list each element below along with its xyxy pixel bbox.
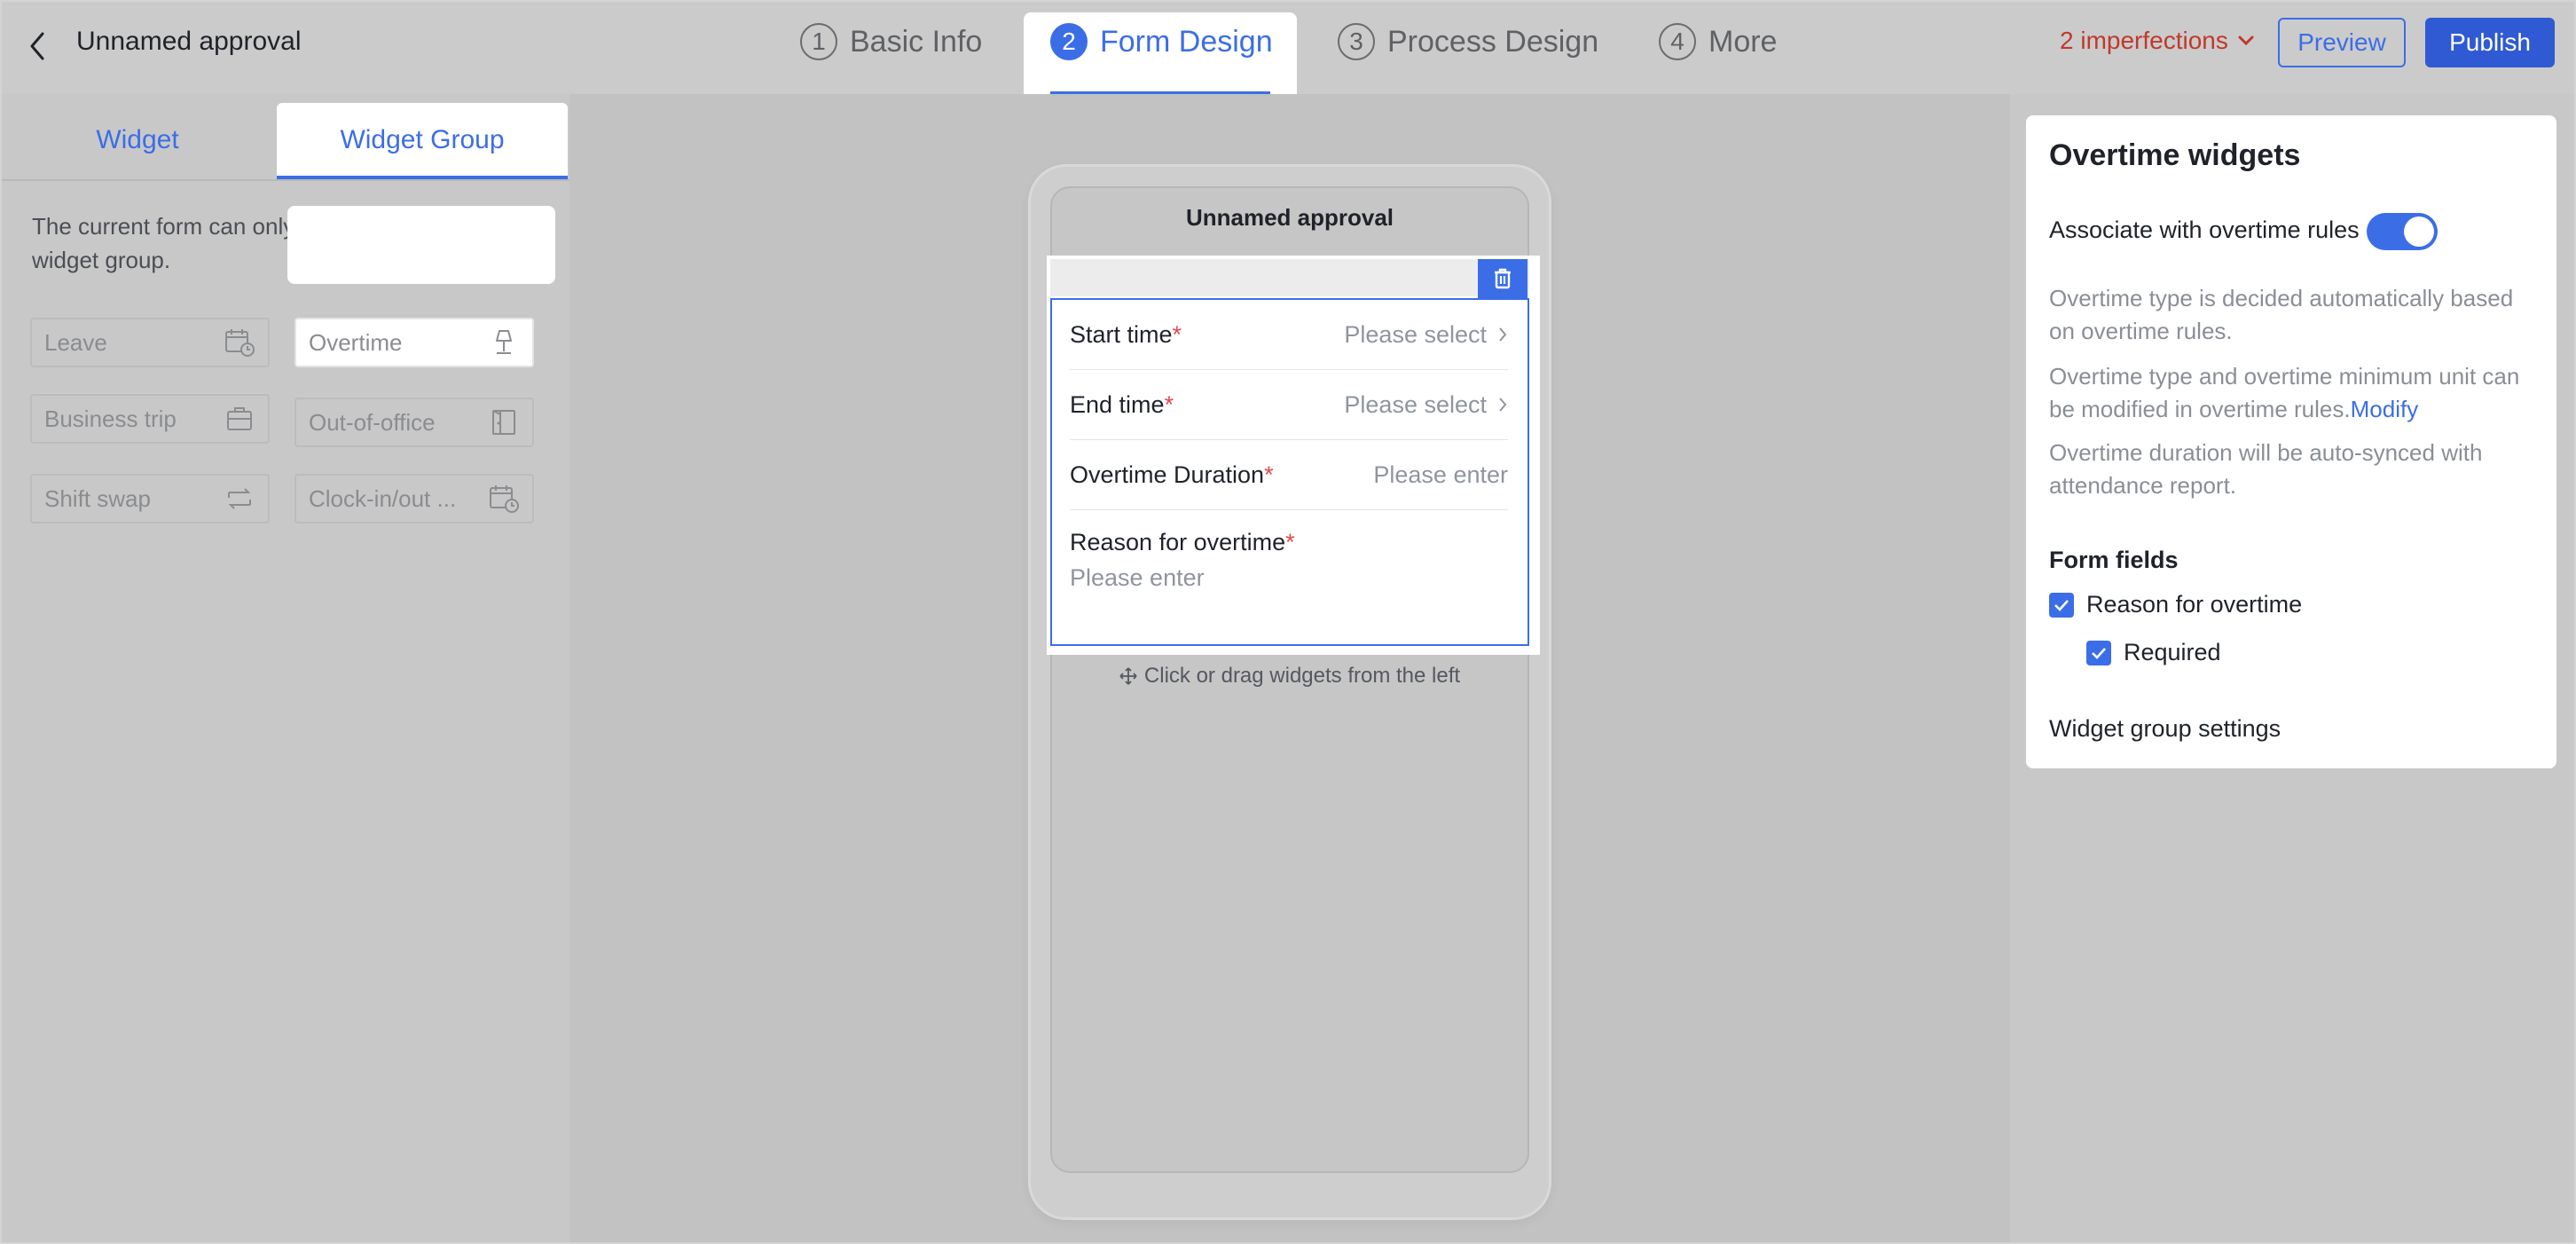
field-overtime-duration[interactable]: Overtime Duration * Please enter bbox=[1070, 440, 1508, 510]
step-label: Basic Info bbox=[850, 24, 983, 59]
step-form-design[interactable]: 2 Form Design bbox=[1050, 23, 1273, 60]
required-mark: * bbox=[1172, 320, 1182, 348]
field-value: Please select bbox=[1344, 321, 1508, 349]
widget-tabs: Widget Widget Group bbox=[0, 103, 569, 181]
delete-group-button[interactable] bbox=[1478, 259, 1528, 298]
suitcase-icon bbox=[224, 403, 255, 435]
widget-label: Leave bbox=[44, 328, 107, 356]
field-placeholder: Please enter bbox=[1373, 461, 1508, 488]
step-number: 4 bbox=[1659, 23, 1696, 60]
lamp-icon bbox=[488, 327, 520, 358]
desc-overtime-type: Overtime type is decided automatically b… bbox=[2049, 285, 2514, 344]
field-end-time[interactable]: End time * Please select bbox=[1070, 370, 1508, 440]
field-placeholder: Please select bbox=[1344, 320, 1487, 348]
drag-hint: Click or drag widgets from the left bbox=[1050, 664, 1529, 689]
properties-title: Overtime widgets bbox=[2049, 138, 2301, 172]
field-value: Please enter bbox=[1373, 461, 1508, 489]
check-icon bbox=[2054, 599, 2069, 611]
step-number: 3 bbox=[1338, 23, 1375, 60]
tab-label: Widget Group bbox=[340, 125, 505, 154]
back-button[interactable] bbox=[25, 28, 51, 64]
imperfections-label: 2 imperfections bbox=[2060, 27, 2228, 54]
checkbox-label: Reason for overtime bbox=[2086, 591, 2303, 618]
drag-hint-text: Click or drag widgets from the left bbox=[1143, 664, 1461, 688]
required-mark: * bbox=[1164, 390, 1174, 418]
chevron-right-icon bbox=[1499, 398, 1507, 412]
field-value: Please select bbox=[1344, 391, 1508, 419]
chevron-right-icon bbox=[1499, 327, 1507, 342]
widget-label: Business trip bbox=[44, 405, 177, 432]
field-reason-input[interactable]: Please enter bbox=[1070, 564, 1205, 592]
required-mark: * bbox=[1285, 529, 1295, 555]
checkbox-label: Required bbox=[2124, 639, 2221, 665]
widget-group-settings[interactable]: Widget group settings bbox=[2049, 715, 2281, 743]
widget-shift-swap[interactable]: Shift swap bbox=[30, 474, 270, 524]
step-number: 1 bbox=[800, 23, 837, 60]
field-label: Overtime Duration bbox=[1070, 461, 1265, 488]
associate-label: Associate with overtime rules bbox=[2049, 217, 2360, 243]
widget-label: Shift swap bbox=[44, 484, 151, 512]
widget-clock-in-out[interactable]: Clock-in/out ... bbox=[295, 474, 534, 524]
checkbox-reason-row[interactable]: Reason for overtime bbox=[2049, 591, 2302, 618]
trash-icon bbox=[1495, 268, 1511, 289]
swap-icon bbox=[224, 483, 255, 515]
checkbox-reason[interactable] bbox=[2049, 592, 2074, 618]
desc-duration-sync: Overtime duration will be auto-synced wi… bbox=[2049, 439, 2483, 499]
tab-widget-group[interactable]: Widget Group bbox=[277, 103, 568, 179]
field-label: Start time bbox=[1070, 320, 1173, 348]
toggle-knob bbox=[2404, 217, 2434, 247]
checkbox-required[interactable] bbox=[2086, 640, 2111, 665]
tab-underline bbox=[277, 176, 568, 179]
phone-form-title: Unnamed approval bbox=[1185, 204, 1394, 231]
preview-button[interactable]: Preview bbox=[2278, 18, 2406, 67]
field-label: End time bbox=[1070, 390, 1165, 418]
widget-label: Clock-in/out ... bbox=[309, 484, 457, 512]
widget-label: Overtime bbox=[309, 328, 403, 356]
desc-text: Overtime type and overtime minimum unit … bbox=[2049, 363, 2520, 422]
move-icon bbox=[1119, 667, 1137, 685]
required-mark: * bbox=[1264, 461, 1274, 488]
check-icon bbox=[2092, 647, 2106, 659]
field-label: Reason for overtime bbox=[1070, 529, 1286, 555]
checkbox-required-row[interactable]: Required bbox=[2086, 639, 2221, 666]
modify-link[interactable]: Modify bbox=[2351, 396, 2419, 422]
calendar-clock-icon bbox=[224, 327, 255, 358]
step-more[interactable]: 4 More bbox=[1659, 23, 1777, 60]
field-start-time[interactable]: Start time * Please select bbox=[1070, 300, 1508, 370]
step-basic-info[interactable]: 1 Basic Info bbox=[800, 23, 982, 60]
highlight-overtime-widget bbox=[287, 206, 555, 284]
widget-business-trip[interactable]: Business trip bbox=[30, 394, 270, 444]
field-placeholder: Please select bbox=[1344, 390, 1487, 418]
widget-overtime[interactable]: Overtime bbox=[295, 318, 534, 367]
desc-minimum-unit: Overtime type and overtime minimum unit … bbox=[2049, 360, 2537, 426]
step-label: Process Design bbox=[1387, 24, 1599, 59]
chevron-down-icon bbox=[2238, 35, 2254, 46]
step-label: Form Design bbox=[1100, 24, 1273, 59]
step-number: 2 bbox=[1050, 23, 1088, 60]
tab-widget[interactable]: Widget bbox=[0, 103, 275, 177]
calendar-clock-icon bbox=[488, 483, 520, 515]
step-process-design[interactable]: 3 Process Design bbox=[1338, 23, 1598, 60]
form-fields-title: Form fields bbox=[2049, 547, 2179, 573]
imperfections-dropdown[interactable]: 2 imperfections bbox=[2060, 27, 2255, 55]
approval-title: Unnamed approval bbox=[76, 27, 302, 56]
widget-label: Out-of-office bbox=[309, 408, 436, 436]
field-reason-label: Reason for overtime* bbox=[1070, 529, 1295, 556]
widget-group-header bbox=[1050, 259, 1529, 296]
step-label: More bbox=[1708, 24, 1778, 59]
widget-leave[interactable]: Leave bbox=[30, 318, 270, 367]
widget-out-of-office[interactable]: Out-of-office bbox=[295, 398, 534, 447]
door-icon bbox=[488, 406, 520, 438]
chevron-left-icon bbox=[30, 32, 44, 60]
publish-button[interactable]: Publish bbox=[2425, 18, 2555, 67]
associate-toggle[interactable] bbox=[2367, 213, 2438, 250]
